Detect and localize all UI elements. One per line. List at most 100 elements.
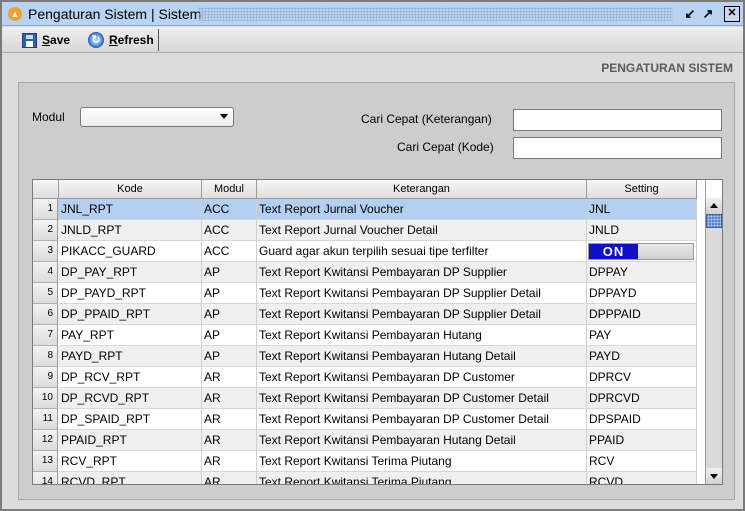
column-header-setting[interactable]: Setting — [587, 180, 697, 199]
row-number-header — [33, 180, 59, 199]
cell-keterangan[interactable]: Text Report Kwitansi Pembayaran Hutang D… — [257, 430, 587, 451]
cell-modul[interactable]: AR — [202, 451, 257, 472]
cell-kode[interactable]: JNL_RPT — [59, 199, 202, 220]
cell-kode[interactable]: DP_SPAID_RPT — [59, 409, 202, 430]
search-kode-label: Cari Cepat (Kode) — [397, 140, 494, 154]
vertical-scrollbar[interactable] — [705, 180, 722, 484]
cell-kode[interactable]: DP_PAY_RPT — [59, 262, 202, 283]
save-button[interactable]: Save — [22, 30, 70, 50]
cell-modul[interactable]: AP — [202, 346, 257, 367]
cell-kode[interactable]: PIKACC_GUARD — [59, 241, 202, 262]
cell-setting[interactable]: DPRCV — [587, 367, 697, 388]
column-header-kode[interactable]: Kode — [59, 180, 202, 199]
table-row[interactable]: 8 PAYD_RPT AP Text Report Kwitansi Pembayar… — [33, 346, 697, 367]
cell-setting[interactable]: DPPAY — [587, 262, 697, 283]
table-row[interactable]: 12 PPAID_RPT AR Text Report Kwitansi Pembay… — [33, 430, 697, 451]
cell-keterangan[interactable]: Text Report Kwitansi Pembayaran DP Suppl… — [257, 304, 587, 325]
settings-table: Kode Modul Keterangan Setting 1 JNL_RPT AC… — [32, 179, 723, 485]
cell-modul[interactable]: ACC — [202, 241, 257, 262]
cell-modul[interactable]: AP — [202, 283, 257, 304]
cell-kode[interactable]: RCVD_RPT — [59, 472, 202, 484]
table-row[interactable]: 10 DP_RCVD_RPT AR Text Report Kwitansi Pemb… — [33, 388, 697, 409]
cell-setting[interactable]: PAYD — [587, 346, 697, 367]
table-row[interactable]: 6 DP_PPAID_RPT AP Text Report Kwitansi Pemb… — [33, 304, 697, 325]
cell-setting[interactable]: PAY — [587, 325, 697, 346]
cell-setting[interactable]: DPPAYD — [587, 283, 697, 304]
cell-modul[interactable]: AP — [202, 262, 257, 283]
table-row[interactable]: 13 RCV_RPT AR Text Report Kwitansi Terima P… — [33, 451, 697, 472]
cell-keterangan[interactable]: Text Report Kwitansi Pembayaran Hutang D… — [257, 346, 587, 367]
cell-kode[interactable]: PPAID_RPT — [59, 430, 202, 451]
cell-kode[interactable]: DP_PAYD_RPT — [59, 283, 202, 304]
cell-setting[interactable]: JNL — [587, 199, 697, 220]
row-number: 6 — [33, 304, 58, 325]
window: ▲ Pengaturan Sistem | Sistem ↙ ↗ ✕ Save … — [0, 0, 745, 511]
cell-keterangan[interactable]: Text Report Jurnal Voucher — [257, 199, 587, 220]
close-icon[interactable]: ✕ — [724, 6, 740, 22]
cell-setting[interactable]: JNLD — [587, 220, 697, 241]
row-number: 1 — [33, 199, 58, 220]
table-row[interactable]: 3 PIKACC_GUARD ACC Guard agar akun terpilih… — [33, 241, 697, 262]
cell-keterangan[interactable]: Guard agar akun terpilih sesuai tipe ter… — [257, 241, 587, 262]
cell-setting[interactable]: DPSPAID — [587, 409, 697, 430]
row-number: 13 — [33, 451, 58, 472]
cell-setting: ON — [587, 241, 697, 262]
cell-kode[interactable]: RCV_RPT — [59, 451, 202, 472]
table-row[interactable]: 2 JNLD_RPT ACC Text Report Jurnal Voucher D… — [33, 220, 697, 241]
maximize-icon[interactable]: ↗ — [700, 6, 716, 22]
cell-modul[interactable]: AR — [202, 367, 257, 388]
cell-setting[interactable]: PPAID — [587, 430, 697, 451]
cell-keterangan[interactable]: Text Report Kwitansi Pembayaran DP Custo… — [257, 409, 587, 430]
cell-keterangan[interactable]: Text Report Kwitansi Terima Piutang — [257, 451, 587, 472]
cell-keterangan[interactable]: Text Report Jurnal Voucher Detail — [257, 220, 587, 241]
cell-setting[interactable]: RCV — [587, 451, 697, 472]
row-number: 7 — [33, 325, 58, 346]
cell-setting[interactable]: DPPPAID — [587, 304, 697, 325]
title-bar[interactable]: ▲ Pengaturan Sistem | Sistem ↙ ↗ ✕ — [2, 2, 743, 26]
column-header-keterangan[interactable]: Keterangan — [257, 180, 587, 199]
cell-keterangan[interactable]: Text Report Kwitansi Pembayaran DP Custo… — [257, 388, 587, 409]
setting-toggle[interactable]: ON — [588, 243, 694, 260]
cell-kode[interactable]: DP_RCV_RPT — [59, 367, 202, 388]
scroll-thumb[interactable] — [706, 214, 722, 228]
cell-kode[interactable]: PAYD_RPT — [59, 346, 202, 367]
cell-keterangan[interactable]: Text Report Kwitansi Pembayaran DP Suppl… — [257, 283, 587, 304]
table-row[interactable]: 14 RCVD_RPT AR Text Report Kwitansi Terima … — [33, 472, 697, 484]
cell-modul[interactable]: AP — [202, 325, 257, 346]
cell-kode[interactable]: JNLD_RPT — [59, 220, 202, 241]
cell-kode[interactable]: PAY_RPT — [59, 325, 202, 346]
table-row[interactable]: 9 DP_RCV_RPT AR Text Report Kwitansi Pembay… — [33, 367, 697, 388]
cell-modul[interactable]: AR — [202, 430, 257, 451]
cell-setting[interactable]: DPRCVD — [587, 388, 697, 409]
cell-modul[interactable]: ACC — [202, 220, 257, 241]
table-row[interactable]: 5 DP_PAYD_RPT AP Text Report Kwitansi Pemba… — [33, 283, 697, 304]
cell-kode[interactable]: DP_RCVD_RPT — [59, 388, 202, 409]
search-keterangan-input[interactable] — [513, 109, 722, 131]
cell-keterangan[interactable]: Text Report Kwitansi Pembayaran DP Custo… — [257, 367, 587, 388]
search-kode-input[interactable] — [513, 137, 722, 159]
cell-keterangan[interactable]: Text Report Kwitansi Terima Piutang — [257, 472, 587, 484]
save-label: Save — [42, 33, 71, 47]
cell-modul[interactable]: ACC — [202, 199, 257, 220]
cell-modul[interactable]: AR — [202, 472, 257, 484]
cell-modul[interactable]: AR — [202, 388, 257, 409]
cell-setting[interactable]: RCVD — [587, 472, 697, 484]
cell-modul[interactable]: AP — [202, 304, 257, 325]
refresh-button[interactable]: ↻ Refresh — [88, 30, 154, 50]
table-row[interactable]: 7 PAY_RPT AP Text Report Kwitansi Pembayara… — [33, 325, 697, 346]
scroll-up-icon[interactable] — [706, 198, 722, 214]
row-number: 3 — [33, 241, 58, 262]
window-title: Pengaturan Sistem | Sistem — [28, 6, 202, 22]
toggle-on-label: ON — [589, 244, 638, 259]
column-header-modul[interactable]: Modul — [202, 180, 257, 199]
cell-keterangan[interactable]: Text Report Kwitansi Pembayaran Hutang — [257, 325, 587, 346]
scroll-down-icon[interactable] — [706, 468, 722, 484]
table-row[interactable]: 1 JNL_RPT ACC Text Report Jurnal Voucher JNL — [33, 199, 697, 220]
cell-modul[interactable]: AR — [202, 409, 257, 430]
iconify-icon[interactable]: ↙ — [682, 6, 698, 22]
modul-select[interactable] — [80, 107, 234, 127]
table-row[interactable]: 4 DP_PAY_RPT AP Text Report Kwitansi Pembay… — [33, 262, 697, 283]
table-row[interactable]: 11 DP_SPAID_RPT AR Text Report Kwitansi Pem… — [33, 409, 697, 430]
cell-kode[interactable]: DP_PPAID_RPT — [59, 304, 202, 325]
cell-keterangan[interactable]: Text Report Kwitansi Pembayaran DP Suppl… — [257, 262, 587, 283]
